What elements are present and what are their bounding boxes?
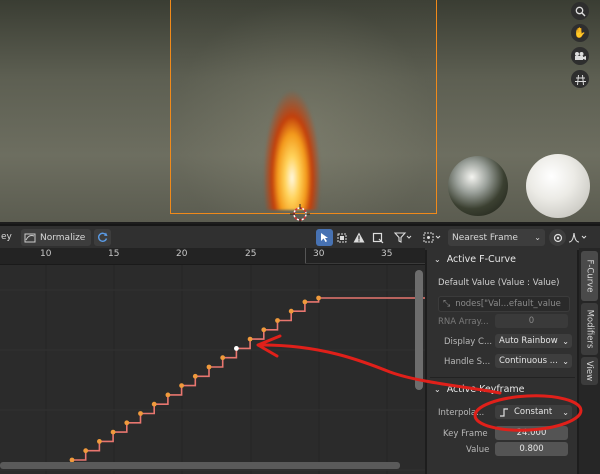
- annotation-arrow-line: [260, 343, 502, 395]
- annotation-overlay: [256, 334, 583, 432]
- annotation-circle: [473, 394, 583, 432]
